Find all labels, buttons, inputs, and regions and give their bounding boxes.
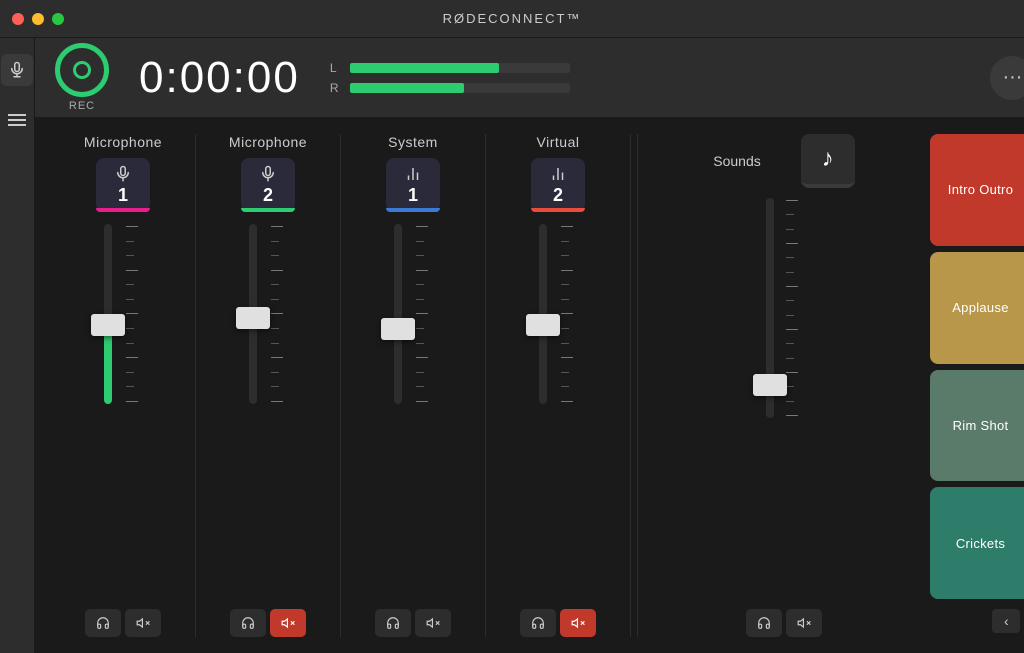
header-bar: REC 0:00:00 L R ···	[35, 38, 1024, 118]
mixer-divider	[637, 134, 638, 637]
meter-L-label: L	[330, 61, 342, 75]
channel-bar-sys1	[386, 208, 440, 212]
channel-strip-mic1: Microphone 1	[51, 134, 196, 637]
sounds-buttons	[654, 609, 914, 637]
fader-track-virt2	[539, 224, 547, 404]
fader-track-sys1	[394, 224, 402, 404]
soundboard-btn-2[interactable]: Applause	[930, 252, 1024, 364]
mic-sidebar-button[interactable]	[1, 54, 33, 86]
scale-sys1	[412, 224, 432, 404]
minimize-button[interactable]	[32, 13, 44, 25]
titlebar: RØDECONNECT™	[0, 0, 1024, 38]
sounds-section: Sounds ♪	[644, 134, 924, 637]
channel-strip-sys1: System 1	[341, 134, 486, 637]
soundboard-btn-0[interactable]: Intro Outro	[930, 134, 1024, 246]
mute-btn-mic1[interactable]	[125, 609, 161, 637]
sounds-fader-track	[766, 198, 774, 418]
meter-row-R: R	[330, 81, 961, 95]
channel-icon-mic1[interactable]: 1	[96, 158, 150, 212]
channel-buttons-virt2	[520, 609, 596, 637]
soundboard-btn-4[interactable]: Rim Shot	[930, 370, 1024, 482]
level-meters: L R	[330, 61, 961, 95]
channel-label-mic2: Microphone	[229, 134, 307, 150]
sounds-icon[interactable]: ♪	[801, 134, 855, 188]
channel-label-virt2: Virtual	[537, 134, 580, 150]
meter-bar-R-bg	[350, 83, 570, 93]
soundboard-pagination: ‹ 1 ›	[930, 605, 1024, 637]
fader-section-virt2	[496, 224, 620, 593]
channel-icon-virt2[interactable]: 2	[531, 158, 585, 212]
rec-inner	[73, 61, 91, 79]
rec-button[interactable]: REC	[55, 43, 109, 112]
scale-mic2	[267, 224, 287, 404]
channel-label-mic1: Microphone	[84, 134, 162, 150]
mute-btn-mic2[interactable]	[270, 609, 306, 637]
channel-icon-mic2[interactable]: 2	[241, 158, 295, 212]
sounds-header: Sounds ♪	[654, 134, 914, 188]
fader-section-mic1	[61, 224, 185, 593]
channel-strip-virt2: Virtual 2	[486, 134, 631, 637]
scale-virt2	[557, 224, 577, 404]
meter-row-L: L	[330, 61, 961, 75]
soundboard-btn-6[interactable]: Crickets	[930, 487, 1024, 599]
ellipsis-icon: ···	[1002, 66, 1022, 89]
sounds-label: Sounds	[713, 153, 760, 169]
timer-display: 0:00:00	[139, 53, 300, 103]
channel-bar-mic1	[96, 208, 150, 212]
headphone-btn-sys1[interactable]	[375, 609, 411, 637]
mute-btn-sounds[interactable]	[786, 609, 822, 637]
channel-num-mic1: 1	[118, 185, 128, 206]
channel-bar-mic2	[241, 208, 295, 212]
fader-handle-mic2[interactable]	[236, 307, 270, 329]
rec-circle	[55, 43, 109, 97]
meter-bar-R-fill	[350, 83, 464, 93]
settings-button[interactable]: ···	[990, 56, 1024, 100]
meter-bar-L-bg	[350, 63, 570, 73]
channel-strip-mic2: Microphone 2	[196, 134, 341, 637]
mute-btn-sys1[interactable]	[415, 609, 451, 637]
channel-num-sys1: 1	[408, 185, 418, 206]
channel-num-virt2: 2	[553, 185, 563, 206]
window-controls[interactable]	[12, 13, 64, 25]
app-body: REC 0:00:00 L R ···	[0, 38, 1024, 653]
app-title: RØDECONNECT™	[443, 11, 582, 26]
sounds-fader-handle[interactable]	[753, 374, 787, 396]
fader-track-mic1	[104, 224, 112, 404]
fader-handle-sys1[interactable]	[381, 318, 415, 340]
soundboard-grid: Intro Outro Laughter Applause Sad Trombo…	[930, 134, 1024, 599]
close-button[interactable]	[12, 13, 24, 25]
main-content: REC 0:00:00 L R ···	[35, 38, 1024, 653]
channel-label-sys1: System	[388, 134, 438, 150]
channel-buttons-mic1	[85, 609, 161, 637]
mixer-area: Microphone 1	[35, 118, 1024, 653]
headphone-btn-mic2[interactable]	[230, 609, 266, 637]
headphone-btn-virt2[interactable]	[520, 609, 556, 637]
sounds-fader-area	[664, 198, 904, 609]
fader-section-sys1	[351, 224, 475, 593]
scale-mic1	[122, 224, 142, 404]
meter-bar-L-fill	[350, 63, 500, 73]
fader-section-mic2	[206, 224, 330, 593]
channel-buttons-mic2	[230, 609, 306, 637]
meter-R-label: R	[330, 81, 342, 95]
headphone-btn-mic1[interactable]	[85, 609, 121, 637]
left-sidebar	[0, 38, 35, 653]
fader-handle-mic1[interactable]	[91, 314, 125, 336]
mute-btn-virt2[interactable]	[560, 609, 596, 637]
channel-buttons-sys1	[375, 609, 451, 637]
headphone-btn-sounds[interactable]	[746, 609, 782, 637]
menu-button[interactable]	[0, 106, 34, 134]
channel-num-mic2: 2	[263, 185, 273, 206]
fader-handle-virt2[interactable]	[526, 314, 560, 336]
maximize-button[interactable]	[52, 13, 64, 25]
prev-page-button[interactable]: ‹	[992, 609, 1020, 633]
soundboard-section: Intro Outro Laughter Applause Sad Trombo…	[924, 134, 1024, 637]
channel-icon-sys1[interactable]: 1	[386, 158, 440, 212]
fader-track-mic2	[249, 224, 257, 404]
channel-bar-virt2	[531, 208, 585, 212]
rec-label: REC	[69, 100, 95, 112]
